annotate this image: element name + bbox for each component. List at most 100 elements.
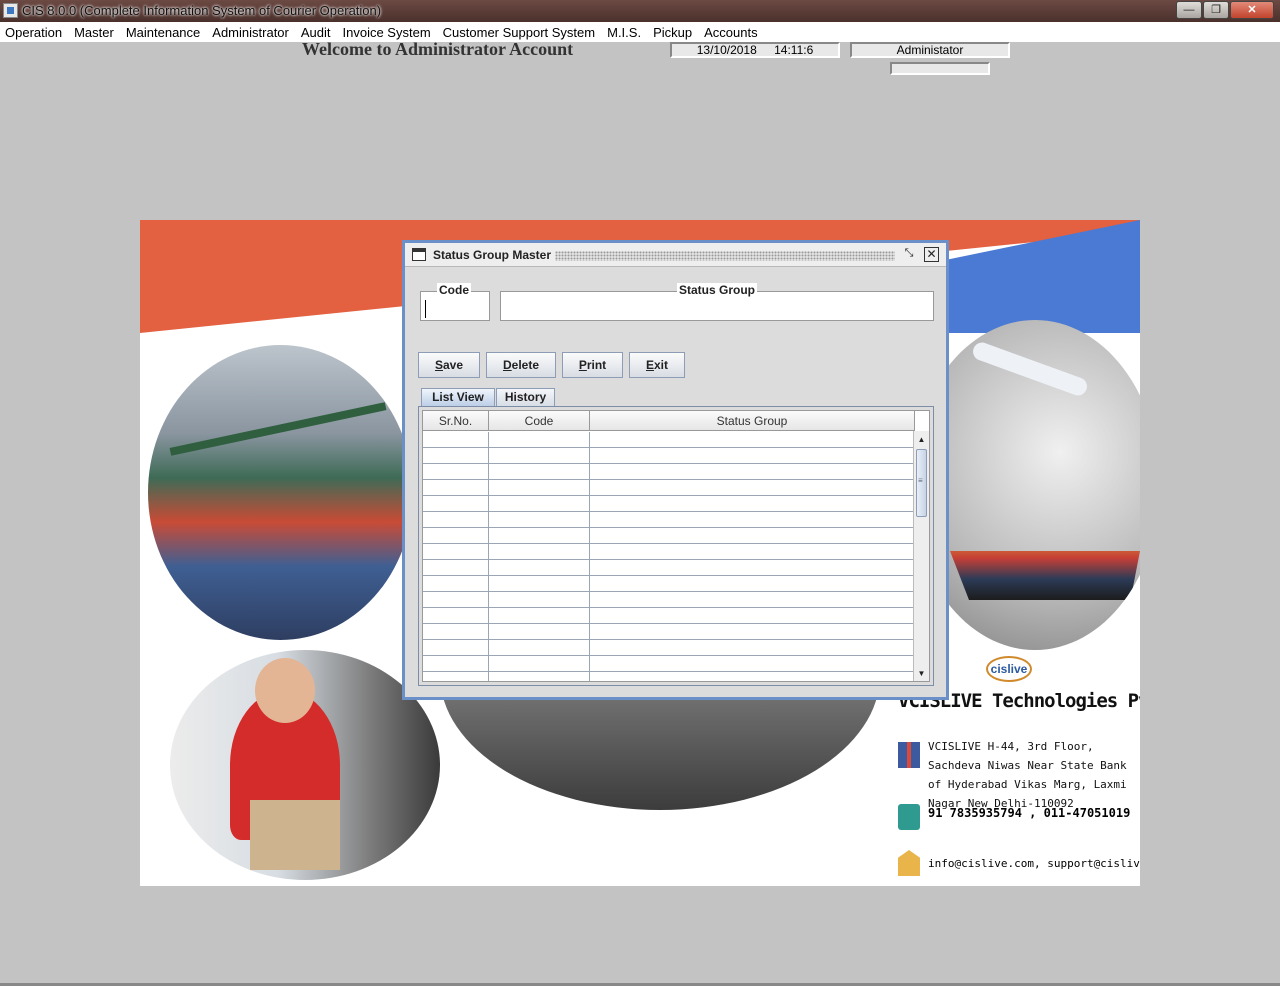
table-cell[interactable] — [590, 592, 915, 607]
table-cell[interactable] — [423, 544, 489, 559]
table-cell[interactable] — [489, 544, 590, 559]
table-row[interactable] — [423, 608, 915, 624]
table-cell[interactable] — [423, 464, 489, 479]
maximize-icon[interactable]: ⤡ — [902, 247, 916, 261]
window-icon — [412, 248, 426, 261]
table-cell[interactable] — [590, 448, 915, 463]
table-cell[interactable] — [590, 496, 915, 511]
table-cell[interactable] — [423, 624, 489, 639]
menu-pickup[interactable]: Pickup — [647, 25, 698, 40]
table-cell[interactable] — [590, 656, 915, 671]
table-cell[interactable] — [423, 576, 489, 591]
status-group-table: Sr.No. Code Status Group ▲ ▼ — [422, 410, 930, 682]
table-cell[interactable] — [590, 432, 915, 447]
table-cell[interactable] — [590, 528, 915, 543]
table-row[interactable] — [423, 448, 915, 464]
table-cell[interactable] — [489, 528, 590, 543]
table-cell[interactable] — [489, 480, 590, 495]
menu-mis[interactable]: M.I.S. — [601, 25, 647, 40]
code-input[interactable] — [425, 300, 485, 318]
table-cell[interactable] — [590, 640, 915, 655]
table-row[interactable] — [423, 560, 915, 576]
table-row[interactable] — [423, 576, 915, 592]
table-cell[interactable] — [489, 512, 590, 527]
table-row[interactable] — [423, 640, 915, 656]
table-cell[interactable] — [590, 544, 915, 559]
table-row[interactable] — [423, 672, 915, 681]
close-button[interactable]: ✕ — [1230, 1, 1274, 19]
table-cell[interactable] — [423, 560, 489, 575]
table-cell[interactable] — [489, 656, 590, 671]
table-row[interactable] — [423, 512, 915, 528]
table-cell[interactable] — [590, 480, 915, 495]
table-cell[interactable] — [489, 560, 590, 575]
table-row[interactable] — [423, 480, 915, 496]
table-cell[interactable] — [423, 656, 489, 671]
table-cell[interactable] — [423, 448, 489, 463]
table-row[interactable] — [423, 592, 915, 608]
menu-master[interactable]: Master — [68, 25, 120, 40]
table-cell[interactable] — [423, 640, 489, 655]
column-header-srno[interactable]: Sr.No. — [423, 411, 489, 430]
table-cell[interactable] — [489, 624, 590, 639]
date-value: 13/10/2018 — [696, 43, 757, 57]
menu-administrator[interactable]: Administrator — [206, 25, 295, 40]
save-button[interactable]: Save — [418, 352, 480, 378]
dialog-title-bar[interactable]: Status Group Master ⤡ ✕ — [405, 243, 946, 267]
table-cell[interactable] — [423, 592, 489, 607]
menu-operation[interactable]: Operation — [0, 25, 68, 40]
table-cell[interactable] — [590, 576, 915, 591]
table-cell[interactable] — [590, 608, 915, 623]
table-cell[interactable] — [423, 608, 489, 623]
column-header-code[interactable]: Code — [489, 411, 590, 430]
table-cell[interactable] — [590, 672, 915, 681]
table-cell[interactable] — [590, 512, 915, 527]
table-cell[interactable] — [423, 528, 489, 543]
table-cell[interactable] — [489, 608, 590, 623]
window-title: CIS 8.0.0 (Complete Information System o… — [22, 3, 382, 18]
table-cell[interactable] — [489, 576, 590, 591]
table-cell[interactable] — [489, 672, 590, 681]
tab-list-view[interactable]: List View — [421, 388, 495, 407]
table-row[interactable] — [423, 544, 915, 560]
table-row[interactable] — [423, 432, 915, 448]
table-cell[interactable] — [489, 640, 590, 655]
vertical-scrollbar[interactable]: ▲ ▼ — [913, 431, 929, 681]
table-row[interactable] — [423, 528, 915, 544]
table-cell[interactable] — [423, 512, 489, 527]
scroll-down-icon[interactable]: ▼ — [916, 668, 927, 679]
print-button[interactable]: Print — [562, 352, 623, 378]
delete-button[interactable]: Delete — [486, 352, 556, 378]
restore-button[interactable]: ❐ — [1203, 1, 1229, 19]
table-cell[interactable] — [423, 672, 489, 681]
tab-history[interactable]: History — [496, 388, 555, 407]
scroll-up-icon[interactable]: ▲ — [916, 434, 927, 445]
table-cell[interactable] — [423, 432, 489, 447]
status-group-input[interactable] — [505, 300, 925, 318]
table-row[interactable] — [423, 496, 915, 512]
menu-maintenance[interactable]: Maintenance — [120, 25, 206, 40]
table-cell[interactable] — [489, 464, 590, 479]
minimize-button[interactable]: — — [1176, 1, 1202, 19]
table-cell[interactable] — [590, 464, 915, 479]
menu-accounts[interactable]: Accounts — [698, 25, 763, 40]
table-cell[interactable] — [590, 560, 915, 575]
dialog-close-icon[interactable]: ✕ — [924, 247, 939, 262]
table-cell[interactable] — [423, 496, 489, 511]
column-header-status-group[interactable]: Status Group — [590, 411, 915, 430]
table-row[interactable] — [423, 624, 915, 640]
scroll-thumb[interactable] — [916, 449, 927, 517]
menu-customer-support-system[interactable]: Customer Support System — [437, 25, 601, 40]
menu-audit[interactable]: Audit — [295, 25, 337, 40]
table-cell[interactable] — [489, 432, 590, 447]
table-cell[interactable] — [590, 624, 915, 639]
table-cell[interactable] — [489, 448, 590, 463]
status-group-master-dialog: Status Group Master ⤡ ✕ Code Status Grou… — [402, 240, 949, 700]
menu-invoice-system[interactable]: Invoice System — [337, 25, 437, 40]
table-row[interactable] — [423, 464, 915, 480]
table-cell[interactable] — [423, 480, 489, 495]
table-cell[interactable] — [489, 496, 590, 511]
table-row[interactable] — [423, 656, 915, 672]
exit-button[interactable]: Exit — [629, 352, 685, 378]
table-cell[interactable] — [489, 592, 590, 607]
